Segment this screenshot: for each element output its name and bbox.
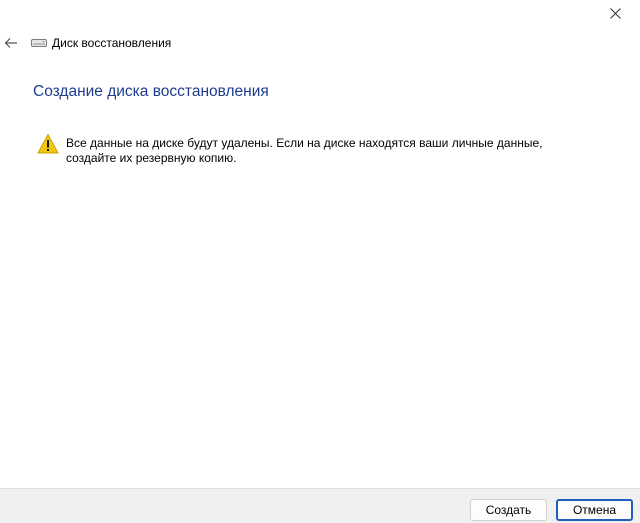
cancel-button[interactable]: Отмена: [556, 499, 633, 521]
window-title: Диск восстановления: [52, 36, 172, 50]
warning-text: Все данные на диске будут удалены. Если …: [66, 136, 543, 165]
back-button[interactable]: [0, 32, 22, 54]
back-arrow-icon: [4, 38, 17, 48]
drive-icon: [31, 37, 47, 49]
dialog-footer: Создать Отмена: [0, 488, 640, 523]
create-button[interactable]: Создать: [470, 499, 547, 521]
recovery-drive-window: Диск восстановления Создание диска восст…: [0, 0, 640, 523]
title-bar: Диск восстановления: [0, 32, 171, 54]
close-icon: [609, 7, 621, 19]
warning-message: Все данные на диске будут удалены. Если …: [37, 133, 546, 166]
warning-icon: [37, 134, 59, 154]
page-title: Создание диска восстановления: [33, 83, 269, 100]
close-button[interactable]: [600, 0, 630, 26]
